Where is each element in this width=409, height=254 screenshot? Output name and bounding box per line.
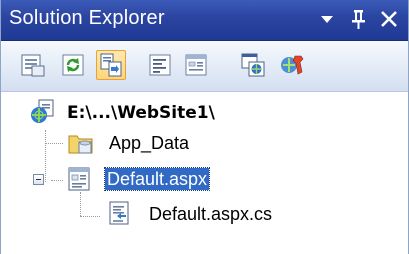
tree-connector xyxy=(45,130,46,182)
nest-related-files-icon[interactable] xyxy=(96,50,126,80)
tree-connector xyxy=(45,143,63,144)
asp-net-configuration-icon[interactable] xyxy=(278,50,308,80)
properties-icon[interactable] xyxy=(18,50,48,80)
close-icon[interactable] xyxy=(376,6,402,32)
website-icon xyxy=(29,98,57,131)
tree-item-default-aspx[interactable]: Default.aspx xyxy=(103,167,211,191)
copy-web-site-icon[interactable] xyxy=(238,50,268,80)
view-code-icon[interactable] xyxy=(145,50,175,80)
folder-icon xyxy=(67,130,95,161)
solution-explorer-panel: Solution Explorer E:\...\WebSite1\ App_D… xyxy=(0,0,409,254)
tree-connector xyxy=(51,180,63,181)
aspx-page-icon xyxy=(65,166,93,197)
tree-root-label[interactable]: E:\...\WebSite1\ xyxy=(65,102,217,124)
tree-item-default-aspx-cs[interactable]: Default.aspx.cs xyxy=(147,203,274,225)
collapse-toggle[interactable] xyxy=(33,174,44,185)
cs-code-file-icon xyxy=(105,200,133,231)
title-bar: Solution Explorer xyxy=(1,0,408,41)
panel-title: Solution Explorer xyxy=(9,7,165,29)
pin-icon[interactable] xyxy=(345,6,371,32)
view-designer-icon[interactable] xyxy=(181,50,211,80)
solution-tree: E:\...\WebSite1\ App_Data Default.aspx D… xyxy=(1,92,408,254)
tree-connector xyxy=(80,216,100,217)
toolbar xyxy=(1,41,408,92)
refresh-icon[interactable] xyxy=(58,50,88,80)
tree-item-app-data[interactable]: App_Data xyxy=(107,132,191,154)
chevron-down-icon[interactable] xyxy=(314,6,340,32)
